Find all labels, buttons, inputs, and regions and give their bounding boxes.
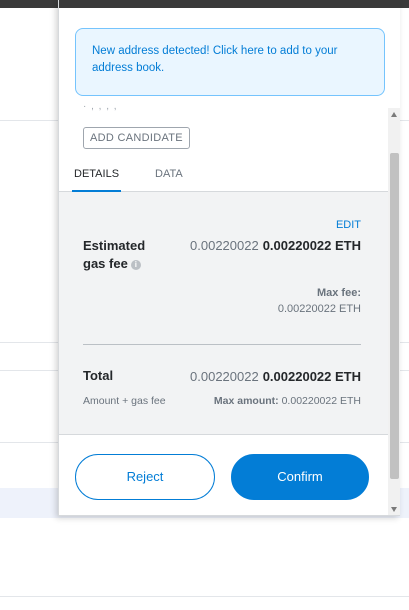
scroll-down-arrow-icon[interactable] (391, 507, 397, 512)
total-secondary-value: 0.00220022 (190, 369, 259, 384)
popup-scrollbar[interactable] (388, 108, 400, 515)
total-primary-value: 0.00220022 ETH (262, 369, 361, 384)
add-candidate-button[interactable]: ADD CANDIDATE (83, 127, 190, 149)
reject-button[interactable]: Reject (75, 454, 215, 500)
transaction-confirm-popup: New address detected! Click here to add … (58, 0, 400, 516)
max-fee-value: 0.00220022 ETH (277, 303, 361, 315)
popup-scroll-area[interactable]: New address detected! Click here to add … (59, 0, 388, 434)
scrollbar-thumb[interactable] (390, 153, 399, 479)
faded-partial-text: · , , , , (83, 101, 118, 112)
max-amount: Max amount: 0.00220022 ETH (214, 395, 361, 407)
max-fee-label: Max fee: (316, 287, 361, 299)
section-divider (83, 344, 361, 345)
details-panel: EDIT Estimated gas fee i 0.00220022 0.0022… (59, 192, 388, 434)
gas-fee-secondary-value: 0.00220022 (190, 238, 259, 253)
background-divider (0, 596, 409, 597)
new-address-alert[interactable]: New address detected! Click here to add … (75, 28, 385, 96)
gas-fee-label: Estimated gas fee i (83, 237, 163, 273)
tab-details[interactable]: DETAILS (72, 156, 122, 192)
total-values: 0.00220022 0.00220022 ETH (190, 369, 361, 384)
max-amount-value: 0.00220022 ETH (281, 395, 361, 407)
gas-fee-primary-value: 0.00220022 ETH (262, 238, 361, 253)
gas-fee-values: 0.00220022 0.00220022 ETH (190, 238, 361, 253)
max-amount-label: Max amount: (213, 395, 279, 407)
confirm-button[interactable]: Confirm (231, 454, 369, 500)
total-label: Total (83, 368, 114, 383)
tab-data[interactable]: DATA (155, 156, 183, 192)
amount-plus-gas-label: Amount + gas fee (83, 395, 166, 407)
scroll-up-arrow-icon[interactable] (391, 112, 397, 117)
edit-gas-link[interactable]: EDIT (336, 219, 361, 231)
tab-bar: DETAILS DATA (59, 156, 388, 192)
new-address-alert-text: New address detected! Click here to add … (92, 45, 338, 74)
popup-footer: Reject Confirm (59, 434, 388, 515)
info-icon[interactable]: i (130, 260, 141, 270)
